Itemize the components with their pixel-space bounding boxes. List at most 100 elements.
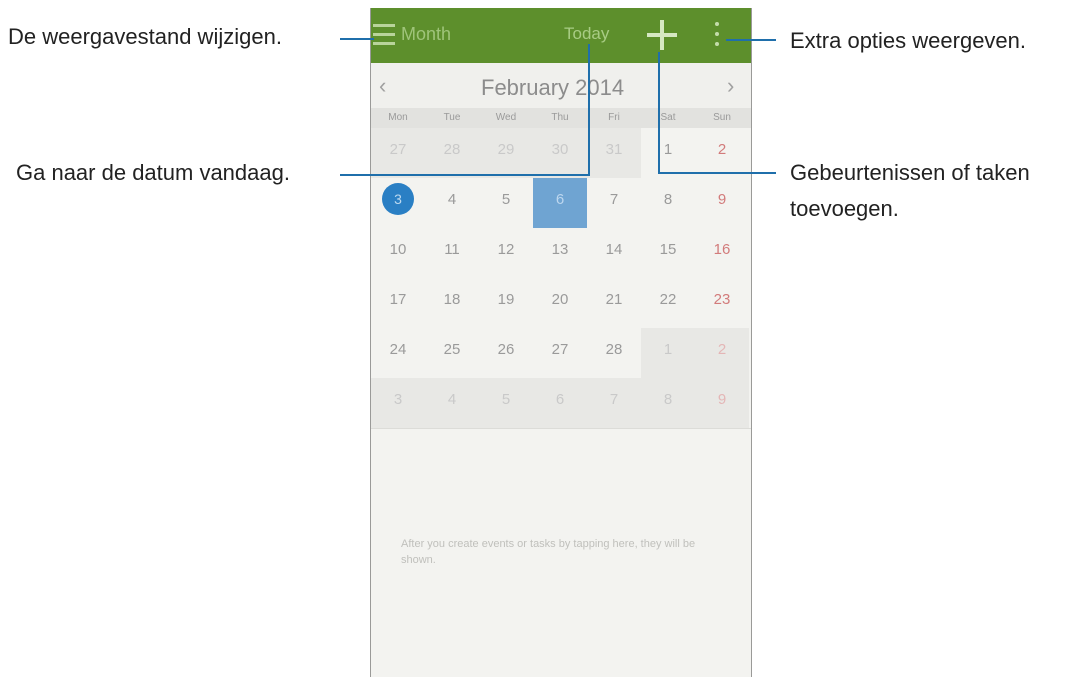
day-cell[interactable]: 10: [371, 228, 425, 278]
callout-line: [340, 38, 374, 40]
empty-state-text: After you create events or tasks by tapp…: [401, 538, 696, 566]
day-cell[interactable]: 20: [533, 278, 587, 328]
day-cell[interactable]: 6: [533, 178, 587, 228]
day-number: 28: [605, 341, 623, 358]
day-number: 23: [713, 291, 731, 308]
chevron-left-icon[interactable]: ‹: [379, 73, 386, 99]
day-number: 2: [717, 341, 727, 358]
day-number: 7: [609, 391, 619, 408]
day-number: 9: [717, 191, 727, 208]
callout-line: [726, 39, 776, 41]
day-number: 13: [551, 241, 569, 258]
day-number: 4: [447, 391, 457, 408]
day-cell[interactable]: 6: [533, 378, 587, 428]
callout-line: [340, 174, 590, 176]
day-cell[interactable]: 4: [425, 178, 479, 228]
day-cell[interactable]: 25: [425, 328, 479, 378]
day-number: 29: [497, 141, 515, 158]
day-cell[interactable]: 11: [425, 228, 479, 278]
day-cell[interactable]: 19: [479, 278, 533, 328]
day-cell[interactable]: 15: [641, 228, 695, 278]
day-number: 25: [443, 341, 461, 358]
callout-line: [658, 172, 776, 174]
day-number: 9: [717, 391, 727, 408]
day-cell[interactable]: 5: [479, 378, 533, 428]
day-number: 16: [713, 241, 731, 258]
day-number: 7: [609, 191, 619, 208]
more-options-icon[interactable]: [715, 22, 721, 48]
day-cell[interactable]: 13: [533, 228, 587, 278]
callout-line: [658, 52, 660, 174]
chevron-right-icon[interactable]: ›: [727, 73, 734, 99]
day-cell[interactable]: 23: [695, 278, 749, 328]
weekday-label: Sat: [660, 112, 676, 123]
day-cell[interactable]: 17: [371, 278, 425, 328]
day-number: 10: [389, 241, 407, 258]
callout-line: [588, 44, 590, 176]
calendar-screen: Month Today ‹ February 2014 › Mon Tue We…: [370, 8, 752, 677]
day-cell[interactable]: 9: [695, 378, 749, 428]
day-number: 27: [551, 341, 569, 358]
day-cell[interactable]: 2: [695, 328, 749, 378]
day-cell[interactable]: 26: [479, 328, 533, 378]
day-cell[interactable]: 24: [371, 328, 425, 378]
day-cell[interactable]: 12: [479, 228, 533, 278]
day-cell[interactable]: 1: [641, 128, 695, 178]
day-number: 24: [389, 341, 407, 358]
day-cell[interactable]: 30: [533, 128, 587, 178]
action-bar: Month Today: [371, 8, 751, 63]
day-number: 2: [717, 141, 727, 158]
menu-icon[interactable]: [373, 24, 395, 46]
day-number: 15: [659, 241, 677, 258]
day-cell[interactable]: 5: [479, 178, 533, 228]
day-number: 27: [389, 141, 407, 158]
day-number: 1: [663, 341, 673, 358]
callout-more-options: Extra opties weergeven.: [790, 28, 1027, 53]
month-navigation: ‹ February 2014 ›: [371, 63, 751, 108]
day-number: 20: [551, 291, 569, 308]
callout-view-mode: De weergavestand wijzigen.: [8, 24, 282, 49]
day-number: 31: [605, 141, 623, 158]
day-cell[interactable]: 27: [533, 328, 587, 378]
day-cell[interactable]: 4: [425, 378, 479, 428]
day-cell[interactable]: 28: [425, 128, 479, 178]
day-cell[interactable]: 27: [371, 128, 425, 178]
day-cell[interactable]: 8: [641, 178, 695, 228]
day-number: 28: [443, 141, 461, 158]
day-cell[interactable]: 16: [695, 228, 749, 278]
today-button[interactable]: Today: [564, 24, 609, 44]
weekday-label: Tue: [443, 112, 461, 123]
day-number: 14: [605, 241, 623, 258]
day-cell[interactable]: 22: [641, 278, 695, 328]
day-number: 1: [663, 141, 673, 158]
day-number: 3: [393, 391, 403, 408]
callout-add-event-line2: toevoegen.: [790, 196, 899, 221]
day-cell[interactable]: 7: [587, 378, 641, 428]
add-icon[interactable]: [647, 20, 677, 50]
day-cell[interactable]: 7: [587, 178, 641, 228]
day-cell[interactable]: 3: [371, 378, 425, 428]
day-number: 5: [501, 191, 511, 208]
day-cell[interactable]: 28: [587, 328, 641, 378]
day-number: 18: [443, 291, 461, 308]
day-cell[interactable]: 14: [587, 228, 641, 278]
day-cell[interactable]: 31: [587, 128, 641, 178]
day-cell[interactable]: 2: [695, 128, 749, 178]
day-number: 26: [497, 341, 515, 358]
divider: [371, 428, 751, 429]
day-number: 12: [497, 241, 515, 258]
day-cell[interactable]: 21: [587, 278, 641, 328]
day-cell[interactable]: 1: [641, 328, 695, 378]
day-number: 22: [659, 291, 677, 308]
day-cell[interactable]: 3: [371, 178, 425, 228]
day-cell[interactable]: 18: [425, 278, 479, 328]
day-cell[interactable]: 29: [479, 128, 533, 178]
day-cell[interactable]: 9: [695, 178, 749, 228]
day-number: 19: [497, 291, 515, 308]
day-number: 17: [389, 291, 407, 308]
day-number: 3: [382, 183, 414, 215]
month-title: February 2014: [481, 75, 625, 100]
view-mode-button[interactable]: Month: [401, 24, 451, 45]
weekday-label: Fri: [608, 112, 620, 123]
day-cell[interactable]: 8: [641, 378, 695, 428]
